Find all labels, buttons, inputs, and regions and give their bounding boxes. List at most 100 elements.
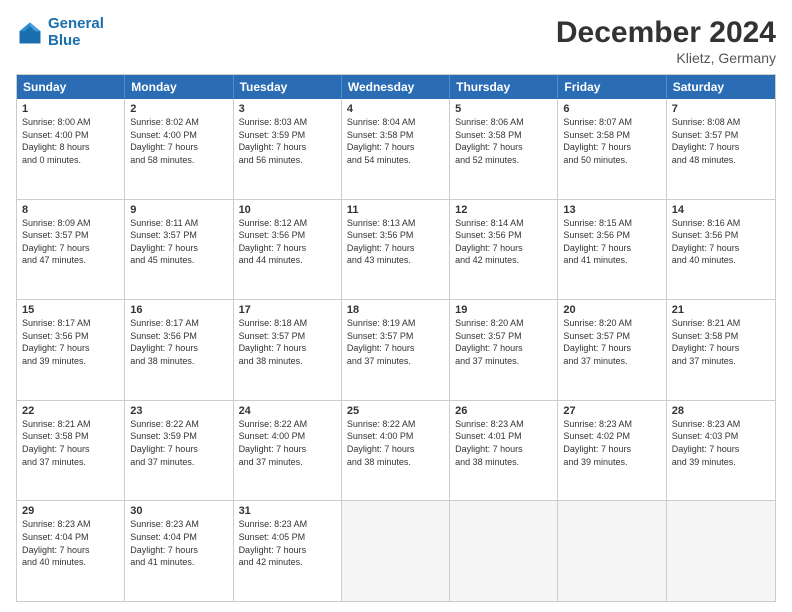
calendar-row-2: 8Sunrise: 8:09 AMSunset: 3:57 PMDaylight… [17,199,775,300]
day-number: 3 [239,103,336,115]
cell-text: Sunrise: 8:23 AMSunset: 4:05 PMDaylight:… [239,518,336,568]
cell-text: Sunrise: 8:21 AMSunset: 3:58 PMDaylight:… [672,317,770,367]
cell-text: Sunrise: 8:08 AMSunset: 3:57 PMDaylight:… [672,116,770,166]
cell-text: Sunrise: 8:20 AMSunset: 3:57 PMDaylight:… [455,317,552,367]
calendar-body: 1Sunrise: 8:00 AMSunset: 4:00 PMDaylight… [17,99,775,601]
calendar-cell-day-16: 16Sunrise: 8:17 AMSunset: 3:56 PMDayligh… [125,300,233,400]
location: Klietz, Germany [556,50,776,66]
calendar-cell-day-12: 12Sunrise: 8:14 AMSunset: 3:56 PMDayligh… [450,200,558,300]
cell-text: Sunrise: 8:13 AMSunset: 3:56 PMDaylight:… [347,217,444,267]
day-number: 10 [239,204,336,216]
cell-text: Sunrise: 8:22 AMSunset: 3:59 PMDaylight:… [130,418,227,468]
cell-text: Sunrise: 8:09 AMSunset: 3:57 PMDaylight:… [22,217,119,267]
logo: General Blue [16,16,104,49]
cell-text: Sunrise: 8:22 AMSunset: 4:00 PMDaylight:… [347,418,444,468]
calendar-cell-day-8: 8Sunrise: 8:09 AMSunset: 3:57 PMDaylight… [17,200,125,300]
cell-text: Sunrise: 8:11 AMSunset: 3:57 PMDaylight:… [130,217,227,267]
cell-text: Sunrise: 8:12 AMSunset: 3:56 PMDaylight:… [239,217,336,267]
cell-text: Sunrise: 8:16 AMSunset: 3:56 PMDaylight:… [672,217,770,267]
calendar-cell-day-21: 21Sunrise: 8:21 AMSunset: 3:58 PMDayligh… [667,300,775,400]
cell-text: Sunrise: 8:15 AMSunset: 3:56 PMDaylight:… [563,217,660,267]
header: General Blue December 2024 Klietz, Germa… [16,16,776,66]
calendar-cell-empty [558,501,666,601]
header-cell-monday: Monday [125,75,233,99]
cell-text: Sunrise: 8:17 AMSunset: 3:56 PMDaylight:… [130,317,227,367]
day-number: 1 [22,103,119,115]
calendar-cell-day-22: 22Sunrise: 8:21 AMSunset: 3:58 PMDayligh… [17,401,125,501]
day-number: 26 [455,405,552,417]
cell-text: Sunrise: 8:21 AMSunset: 3:58 PMDaylight:… [22,418,119,468]
calendar-cell-day-9: 9Sunrise: 8:11 AMSunset: 3:57 PMDaylight… [125,200,233,300]
month-title: December 2024 [556,16,776,50]
cell-text: Sunrise: 8:06 AMSunset: 3:58 PMDaylight:… [455,116,552,166]
header-cell-friday: Friday [558,75,666,99]
day-number: 30 [130,505,227,517]
calendar-cell-day-7: 7Sunrise: 8:08 AMSunset: 3:57 PMDaylight… [667,99,775,199]
calendar-cell-empty [450,501,558,601]
day-number: 14 [672,204,770,216]
calendar-cell-day-5: 5Sunrise: 8:06 AMSunset: 3:58 PMDaylight… [450,99,558,199]
calendar-cell-day-29: 29Sunrise: 8:23 AMSunset: 4:04 PMDayligh… [17,501,125,601]
cell-text: Sunrise: 8:23 AMSunset: 4:02 PMDaylight:… [563,418,660,468]
calendar-cell-day-25: 25Sunrise: 8:22 AMSunset: 4:00 PMDayligh… [342,401,450,501]
header-cell-wednesday: Wednesday [342,75,450,99]
day-number: 27 [563,405,660,417]
day-number: 21 [672,304,770,316]
calendar-row-3: 15Sunrise: 8:17 AMSunset: 3:56 PMDayligh… [17,299,775,400]
day-number: 4 [347,103,444,115]
day-number: 5 [455,103,552,115]
header-cell-saturday: Saturday [667,75,775,99]
calendar-cell-day-10: 10Sunrise: 8:12 AMSunset: 3:56 PMDayligh… [234,200,342,300]
calendar-cell-empty [667,501,775,601]
calendar-cell-day-18: 18Sunrise: 8:19 AMSunset: 3:57 PMDayligh… [342,300,450,400]
day-number: 29 [22,505,119,517]
title-block: December 2024 Klietz, Germany [556,16,776,66]
day-number: 2 [130,103,227,115]
cell-text: Sunrise: 8:23 AMSunset: 4:04 PMDaylight:… [22,518,119,568]
day-number: 12 [455,204,552,216]
day-number: 22 [22,405,119,417]
cell-text: Sunrise: 8:00 AMSunset: 4:00 PMDaylight:… [22,116,119,166]
cell-text: Sunrise: 8:22 AMSunset: 4:00 PMDaylight:… [239,418,336,468]
cell-text: Sunrise: 8:14 AMSunset: 3:56 PMDaylight:… [455,217,552,267]
calendar-cell-day-23: 23Sunrise: 8:22 AMSunset: 3:59 PMDayligh… [125,401,233,501]
calendar-row-4: 22Sunrise: 8:21 AMSunset: 3:58 PMDayligh… [17,400,775,501]
day-number: 23 [130,405,227,417]
day-number: 18 [347,304,444,316]
cell-text: Sunrise: 8:07 AMSunset: 3:58 PMDaylight:… [563,116,660,166]
calendar-cell-day-1: 1Sunrise: 8:00 AMSunset: 4:00 PMDaylight… [17,99,125,199]
calendar-cell-day-2: 2Sunrise: 8:02 AMSunset: 4:00 PMDaylight… [125,99,233,199]
cell-text: Sunrise: 8:03 AMSunset: 3:59 PMDaylight:… [239,116,336,166]
cell-text: Sunrise: 8:23 AMSunset: 4:01 PMDaylight:… [455,418,552,468]
day-number: 19 [455,304,552,316]
calendar-cell-day-30: 30Sunrise: 8:23 AMSunset: 4:04 PMDayligh… [125,501,233,601]
day-number: 15 [22,304,119,316]
calendar-cell-day-26: 26Sunrise: 8:23 AMSunset: 4:01 PMDayligh… [450,401,558,501]
logo-icon [16,19,44,47]
day-number: 7 [672,103,770,115]
day-number: 25 [347,405,444,417]
calendar-cell-day-13: 13Sunrise: 8:15 AMSunset: 3:56 PMDayligh… [558,200,666,300]
day-number: 11 [347,204,444,216]
calendar-cell-day-19: 19Sunrise: 8:20 AMSunset: 3:57 PMDayligh… [450,300,558,400]
day-number: 9 [130,204,227,216]
header-cell-tuesday: Tuesday [234,75,342,99]
calendar-cell-day-14: 14Sunrise: 8:16 AMSunset: 3:56 PMDayligh… [667,200,775,300]
day-number: 31 [239,505,336,517]
cell-text: Sunrise: 8:04 AMSunset: 3:58 PMDaylight:… [347,116,444,166]
cell-text: Sunrise: 8:23 AMSunset: 4:03 PMDaylight:… [672,418,770,468]
calendar-cell-day-6: 6Sunrise: 8:07 AMSunset: 3:58 PMDaylight… [558,99,666,199]
calendar-cell-day-11: 11Sunrise: 8:13 AMSunset: 3:56 PMDayligh… [342,200,450,300]
day-number: 28 [672,405,770,417]
cell-text: Sunrise: 8:02 AMSunset: 4:00 PMDaylight:… [130,116,227,166]
cell-text: Sunrise: 8:17 AMSunset: 3:56 PMDaylight:… [22,317,119,367]
logo-text: General Blue [48,16,104,49]
header-cell-thursday: Thursday [450,75,558,99]
calendar-cell-day-20: 20Sunrise: 8:20 AMSunset: 3:57 PMDayligh… [558,300,666,400]
cell-text: Sunrise: 8:19 AMSunset: 3:57 PMDaylight:… [347,317,444,367]
calendar: SundayMondayTuesdayWednesdayThursdayFrid… [16,74,776,602]
day-number: 20 [563,304,660,316]
calendar-cell-day-28: 28Sunrise: 8:23 AMSunset: 4:03 PMDayligh… [667,401,775,501]
day-number: 16 [130,304,227,316]
calendar-cell-day-27: 27Sunrise: 8:23 AMSunset: 4:02 PMDayligh… [558,401,666,501]
